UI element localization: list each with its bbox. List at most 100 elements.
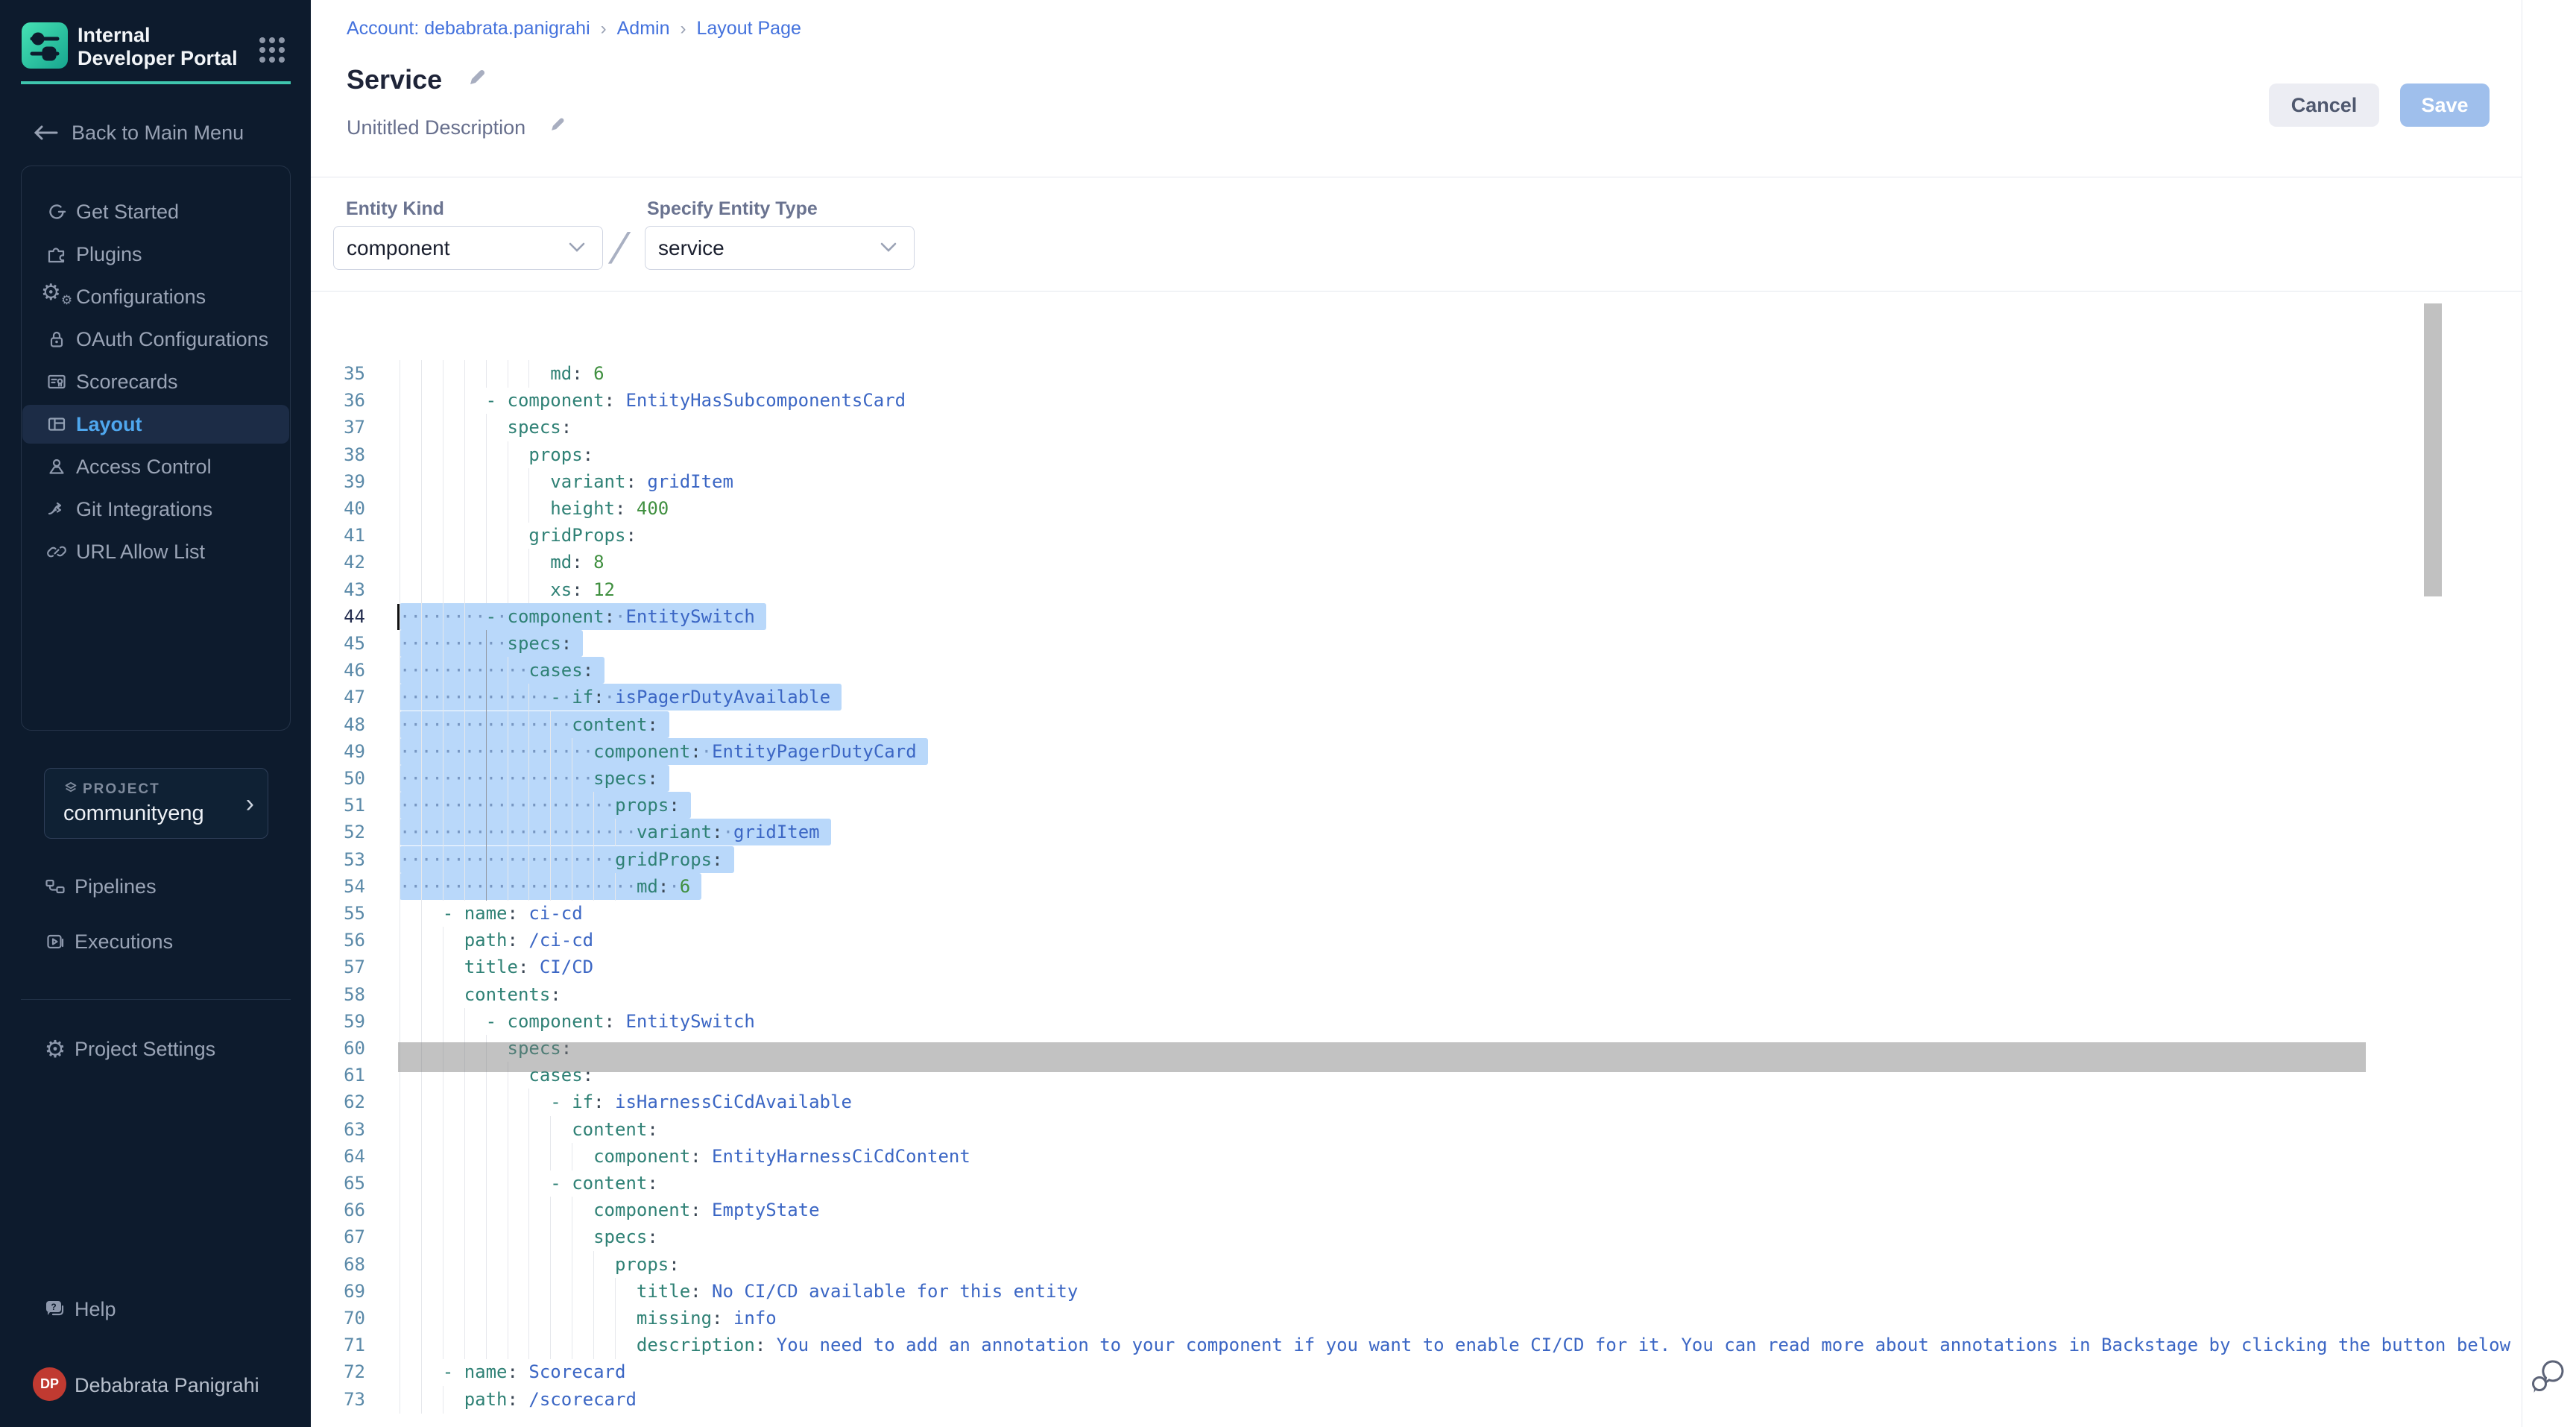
code-line[interactable]: 51····················props: <box>311 792 2522 819</box>
code-line[interactable]: 38 props: <box>311 441 2522 469</box>
code-line[interactable]: 47··············-·if:·isPagerDutyAvailab… <box>311 684 2522 711</box>
code-text: props: <box>400 441 593 468</box>
indent-guide <box>528 1223 529 1251</box>
sidebar: Internal Developer Portal Back to Main M… <box>0 0 311 1427</box>
entity-kind-select[interactable]: component <box>333 226 603 270</box>
code-line[interactable]: 46············cases: <box>311 657 2522 684</box>
indent-guide <box>464 1008 465 1036</box>
code-line[interactable]: 37 specs: <box>311 414 2522 441</box>
user-avatar[interactable]: DP <box>33 1367 66 1401</box>
entity-type-select[interactable]: service <box>645 226 915 270</box>
user-name[interactable]: Debabrata Panigrahi <box>75 1374 259 1397</box>
indent-guide <box>464 495 465 523</box>
editor-horizontal-scrollbar[interactable] <box>398 1042 2366 1072</box>
sidebar-item-get-started[interactable]: Get Started <box>22 192 289 231</box>
code-line[interactable]: 54······················md:·6 <box>311 873 2522 901</box>
code-text: height: 400 <box>400 495 669 522</box>
code-line[interactable]: 65 - content: <box>311 1170 2522 1197</box>
code-line[interactable]: 68 props: <box>311 1251 2522 1279</box>
code-line[interactable]: 58 contents: <box>311 981 2522 1009</box>
code-line[interactable]: 49··················component:·EntityPag… <box>311 738 2522 766</box>
idp-logo[interactable] <box>22 22 68 69</box>
line-number: 39 <box>311 468 365 495</box>
code-line[interactable]: 48················content: <box>311 711 2522 739</box>
sidebar-item-plugins[interactable]: Plugins <box>22 235 289 274</box>
line-number: 36 <box>311 387 365 414</box>
code-line[interactable]: 55 - name: ci-cd <box>311 900 2522 927</box>
code-text: ··········specs: <box>400 630 583 657</box>
line-number: 41 <box>311 522 365 549</box>
app-window: Internal Developer Portal Back to Main M… <box>0 0 2576 1427</box>
code-line[interactable]: 56 path: /ci-cd <box>311 927 2522 954</box>
yaml-code-editor[interactable]: 35 md: 636 - component: EntityHasSubcomp… <box>311 343 2522 1427</box>
back-to-main-menu[interactable]: Back to Main Menu <box>33 118 244 148</box>
code-line[interactable]: 42 md: 8 <box>311 549 2522 576</box>
main-content: Account: debabrata.panigrahi › Admin › L… <box>311 0 2522 1427</box>
code-line[interactable]: 39 variant: gridItem <box>311 468 2522 496</box>
sidebar-item-layout[interactable]: Layout <box>22 405 289 444</box>
indent-guide <box>421 1008 422 1036</box>
code-text: description: You need to add an annotati… <box>400 1332 2510 1358</box>
cancel-button[interactable]: Cancel <box>2269 84 2379 127</box>
code-line[interactable]: 69 title: No CI/CD available for this en… <box>311 1278 2522 1305</box>
code-line[interactable]: 45··········specs: <box>311 630 2522 658</box>
code-line[interactable]: 53····················gridProps: <box>311 846 2522 874</box>
code-line[interactable]: 64 component: EntityHarnessCiCdContent <box>311 1143 2522 1171</box>
code-text: md: 8 <box>400 549 604 576</box>
text-cursor <box>397 604 400 630</box>
sidebar-item-executions[interactable]: Executions <box>21 921 291 963</box>
sidebar-item-url-allow-list[interactable]: URL Allow List <box>22 532 289 571</box>
sidebar-item-access-control[interactable]: Access Control <box>22 447 289 486</box>
code-line[interactable]: 50··················specs: <box>311 765 2522 793</box>
indent-guide <box>421 927 422 954</box>
indent-guide <box>528 468 529 496</box>
sidebar-item-git-integrations[interactable]: Git Integrations <box>22 490 289 529</box>
edit-description-pencil-icon[interactable] <box>548 116 566 134</box>
code-line[interactable]: 63 content: <box>311 1116 2522 1144</box>
indent-guide <box>528 1332 529 1359</box>
sidebar-item-scorecards[interactable]: Scorecards <box>22 362 289 401</box>
app-switcher-icon[interactable] <box>256 34 288 66</box>
edit-title-pencil-icon[interactable] <box>466 68 487 89</box>
indent-guide <box>421 1223 422 1251</box>
code-line[interactable]: 73 path: /scorecard <box>311 1386 2522 1414</box>
code-line[interactable]: 70 missing: info <box>311 1305 2522 1332</box>
code-line[interactable]: 59 - component: EntitySwitch <box>311 1008 2522 1036</box>
code-line[interactable]: 52······················variant:·gridIte… <box>311 819 2522 846</box>
entity-kind-label: Entity Kind <box>346 198 444 220</box>
sidebar-item-pipelines[interactable]: Pipelines <box>21 866 291 907</box>
code-line[interactable]: 62 - if: isHarnessCiCdAvailable <box>311 1089 2522 1116</box>
code-line[interactable]: 71 description: You need to add an annot… <box>311 1332 2522 1359</box>
code-line[interactable]: 41 gridProps: <box>311 522 2522 549</box>
breadcrumb-layout-page-link[interactable]: Layout Page <box>697 18 801 40</box>
project-selector[interactable]: PROJECT communityeng › <box>44 768 268 839</box>
indent-guide <box>550 1197 551 1224</box>
indent-guide <box>464 360 465 388</box>
breadcrumb-account-link[interactable]: Account: debabrata.panigrahi <box>347 18 590 40</box>
indent-guide <box>528 549 529 576</box>
indent-guide <box>464 657 465 684</box>
line-number: 57 <box>311 954 365 980</box>
code-line[interactable]: 40 height: 400 <box>311 495 2522 523</box>
get-started-icon <box>36 201 78 223</box>
sidebar-item-project-settings[interactable]: ⚙ Project Settings <box>21 1028 291 1070</box>
code-line[interactable]: 72 - name: Scorecard <box>311 1358 2522 1386</box>
sidebar-item-help[interactable]: ? Help <box>21 1288 291 1330</box>
code-text: ··············-·if:·isPagerDutyAvailable <box>400 684 842 711</box>
layers-icon <box>62 780 80 798</box>
breadcrumb-admin-link[interactable]: Admin <box>617 18 670 40</box>
code-line[interactable]: 35 md: 6 <box>311 360 2522 388</box>
support-chat-icon[interactable] <box>2530 1357 2569 1399</box>
code-line[interactable]: 66 component: EmptyState <box>311 1197 2522 1224</box>
editor-vertical-scrollbar[interactable] <box>2424 303 2442 596</box>
code-line[interactable]: 36 - component: EntityHasSubcomponentsCa… <box>311 387 2522 415</box>
code-line[interactable]: 43 xs: 12 <box>311 576 2522 604</box>
sidebar-item-configurations[interactable]: ⚙⚙ Configurations <box>22 277 289 316</box>
code-line[interactable]: 44········-·component:·EntitySwitch <box>311 603 2522 631</box>
sidebar-item-oauth-configurations[interactable]: OAuth Configurations <box>22 320 289 359</box>
executions-icon <box>34 930 76 953</box>
line-number: 50 <box>311 765 365 792</box>
code-line[interactable]: 67 specs: <box>311 1223 2522 1251</box>
code-line[interactable]: 57 title: CI/CD <box>311 954 2522 981</box>
save-button[interactable]: Save <box>2400 84 2490 127</box>
